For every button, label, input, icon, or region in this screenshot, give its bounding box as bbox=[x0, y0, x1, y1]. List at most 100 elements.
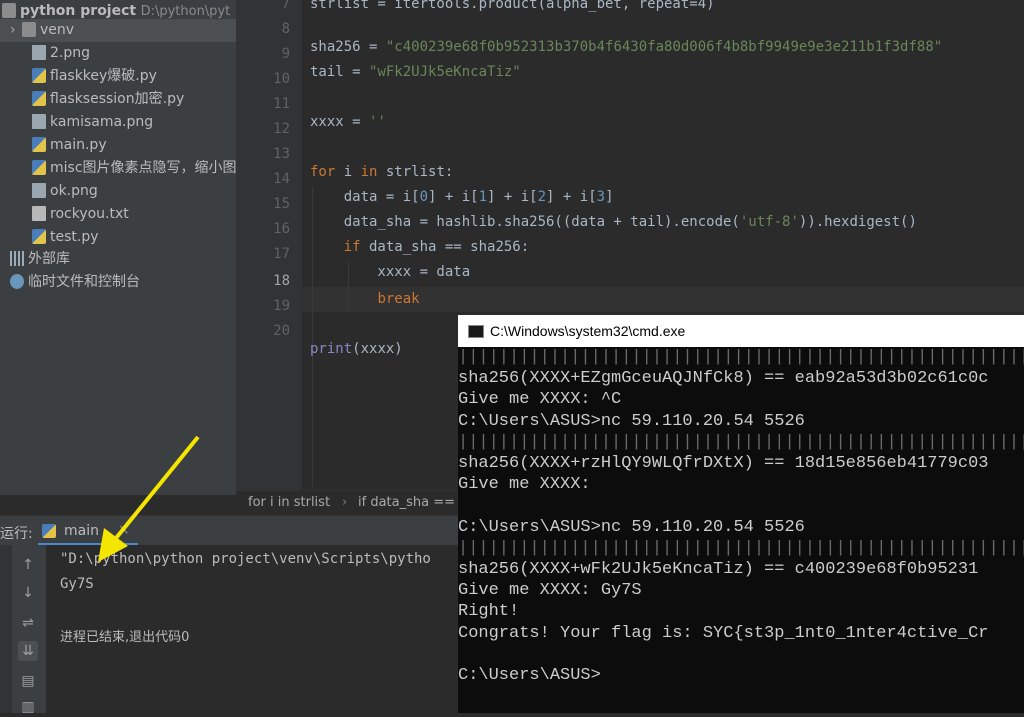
image-file-icon bbox=[32, 45, 46, 60]
breadcrumb-separator: › bbox=[342, 495, 348, 510]
cmd-icon bbox=[468, 325, 484, 338]
text-file-icon bbox=[32, 206, 46, 221]
tree-item-label: venv bbox=[40, 22, 75, 38]
code-token: "wFk2UJk5eKncaTiz" bbox=[369, 64, 521, 80]
line-number: 20 bbox=[273, 323, 290, 339]
line-number: 13 bbox=[273, 146, 290, 162]
folder-icon bbox=[22, 22, 36, 37]
code-token: i bbox=[335, 164, 361, 180]
breadcrumb-item-for[interactable]: for i in strlist bbox=[248, 491, 330, 515]
code-token: ] + i[ bbox=[487, 189, 538, 205]
line-number: 19 bbox=[273, 298, 290, 314]
line-number: 14 bbox=[273, 171, 290, 187]
tree-item[interactable]: flasksession加密.py bbox=[0, 88, 236, 111]
code-token: in bbox=[360, 164, 378, 180]
code-token: sha256 bbox=[310, 39, 361, 55]
code-token: ] bbox=[605, 189, 614, 205]
soft-wrap-icon[interactable]: ⇌ bbox=[18, 613, 38, 633]
cmd-window[interactable]: C:\Windows\system32\cmd.exe ||||||||||||… bbox=[458, 315, 1024, 713]
chevron-right-icon[interactable]: › bbox=[10, 19, 22, 42]
scratch-icon bbox=[10, 274, 24, 289]
tree-item[interactable]: test.py bbox=[0, 226, 236, 249]
code-line-17: xxxx = data bbox=[310, 264, 471, 280]
code-token: xxxx bbox=[310, 114, 344, 130]
cmd-output-line: Give me XXXX: ^C bbox=[458, 390, 622, 410]
cmd-output-line: sha256(XXXX+rzHlQY9WLQfrDXtX) == 18d15e8… bbox=[458, 454, 989, 473]
code-line-11: xxxx = '' bbox=[310, 114, 386, 130]
trash-icon[interactable]: ▥ bbox=[18, 697, 38, 717]
python-file-icon bbox=[32, 91, 46, 106]
cmd-title: C:\Windows\system32\cmd.exe bbox=[490, 323, 686, 339]
tree-item[interactable]: kamisama.png bbox=[0, 111, 236, 134]
line-number: 18 bbox=[273, 273, 290, 289]
tree-item-label: 2.png bbox=[50, 45, 91, 61]
tree-item-label: test.py bbox=[50, 229, 99, 245]
cmd-output-line: C:\Users\ASUS>nc 59.110.20.54 5526 bbox=[458, 517, 805, 537]
image-file-icon bbox=[32, 114, 46, 129]
cmd-output-line: C:\Users\ASUS> bbox=[458, 666, 601, 685]
code-token: ] + i[ bbox=[428, 189, 479, 205]
code-line-20: print(xxxx) bbox=[310, 337, 403, 362]
run-console-output[interactable]: "D:\python\python project\venv\Scripts\p… bbox=[46, 545, 460, 713]
cmd-output-line: Give me XXXX: bbox=[458, 475, 591, 495]
code-token: 1 bbox=[478, 189, 488, 205]
tree-item-label: flaskkey爆破.py bbox=[50, 68, 157, 84]
tree-item-label: misc图片像素点隐写，缩小图 bbox=[50, 160, 236, 176]
tree-item[interactable]: › venv bbox=[0, 19, 236, 42]
tree-item[interactable]: misc图片像素点隐写，缩小图 bbox=[0, 157, 236, 180]
console-command-line: "D:\python\python project\venv\Scripts\p… bbox=[60, 551, 431, 567]
tree-item-label: kamisama.png bbox=[50, 114, 154, 130]
library-icon bbox=[10, 251, 24, 266]
image-file-icon bbox=[32, 183, 46, 198]
code-line-18: break bbox=[310, 287, 420, 312]
cmd-output-line: sha256(XXXX+EZgmGceuAQJNfCk8) == eab92a5… bbox=[458, 369, 989, 389]
cmd-progress-line: ||||||||||||||||||||||||||||||||||||||||… bbox=[458, 348, 1024, 367]
code-token: 'utf-8' bbox=[739, 214, 799, 230]
line-number: 10 bbox=[273, 71, 290, 87]
tree-item-label: ok.png bbox=[50, 183, 98, 199]
print-icon[interactable]: ▤ bbox=[18, 671, 38, 691]
left-stripe bbox=[0, 545, 12, 713]
line-number: 9 bbox=[281, 46, 290, 62]
code-token: strlist: bbox=[377, 164, 454, 180]
console-exit-message: 进程已结束,退出代码0 bbox=[60, 630, 190, 645]
code-line-15: data_sha = hashlib.sha256((data + tail).… bbox=[310, 210, 917, 235]
python-file-icon bbox=[32, 137, 46, 152]
tree-item[interactable]: rockyou.txt bbox=[0, 203, 236, 226]
external-libraries[interactable]: 外部库 bbox=[0, 248, 236, 271]
run-tab-label: main bbox=[64, 523, 99, 539]
python-file-icon bbox=[32, 68, 46, 83]
folder-icon bbox=[2, 3, 16, 18]
tree-item[interactable]: flaskkey爆破.py bbox=[0, 65, 236, 88]
tree-item[interactable]: main.py bbox=[0, 134, 236, 157]
code-line-9: tail = "wFk2UJk5eKncaTiz" bbox=[310, 64, 521, 80]
cmd-title-bar[interactable]: C:\Windows\system32\cmd.exe bbox=[458, 315, 1024, 347]
cmd-output-line: C:\Users\ASUS>nc 59.110.20.54 5526 bbox=[458, 411, 805, 431]
code-token: (xxxx) bbox=[352, 341, 403, 357]
code-token: tail bbox=[310, 64, 344, 80]
editor-gutter: 7 8 9 10 11 12 13 14 15 16 17 18 19 20 bbox=[236, 0, 302, 490]
scratches-and-consoles[interactable]: 临时文件和控制台 bbox=[0, 271, 236, 294]
code-token: "c400239e68f0b952313b370b4f6430fa80d006f… bbox=[385, 39, 943, 55]
cmd-progress-line: ||||||||||||||||||||||||||||||||||||||||… bbox=[458, 538, 1024, 558]
close-icon[interactable]: × bbox=[118, 522, 130, 538]
tab-run-main[interactable]: main × bbox=[38, 516, 138, 546]
up-arrow-icon[interactable]: ↑ bbox=[18, 555, 38, 575]
line-number: 7 bbox=[281, 0, 290, 12]
tree-item-label: main.py bbox=[50, 137, 107, 153]
line-number: 11 bbox=[273, 96, 290, 112]
breadcrumb-item-if[interactable]: if data_sha == s bbox=[358, 491, 466, 515]
scroll-to-end-icon[interactable]: ⇊ bbox=[18, 641, 38, 661]
run-tool-window-header: 运行: main × bbox=[0, 515, 460, 546]
cmd-console-body[interactable]: ||||||||||||||||||||||||||||||||||||||||… bbox=[458, 347, 1024, 713]
python-file-icon bbox=[32, 160, 46, 175]
down-arrow-icon[interactable]: ↓ bbox=[18, 583, 38, 603]
cmd-output-line: sha256(XXXX+wFk2UJk5eKncaTiz) == c400239… bbox=[458, 560, 979, 579]
code-token: )).hexdigest() bbox=[798, 214, 917, 230]
tree-item[interactable]: ok.png bbox=[0, 180, 236, 203]
tree-item[interactable]: 2.png bbox=[0, 42, 236, 65]
line-number: 17 bbox=[273, 246, 290, 262]
code-line-8: sha256 = "c400239e68f0b952313b370b4f6430… bbox=[310, 39, 943, 55]
code-token: break bbox=[377, 291, 420, 307]
tree-item-label: flasksession加密.py bbox=[50, 91, 185, 107]
